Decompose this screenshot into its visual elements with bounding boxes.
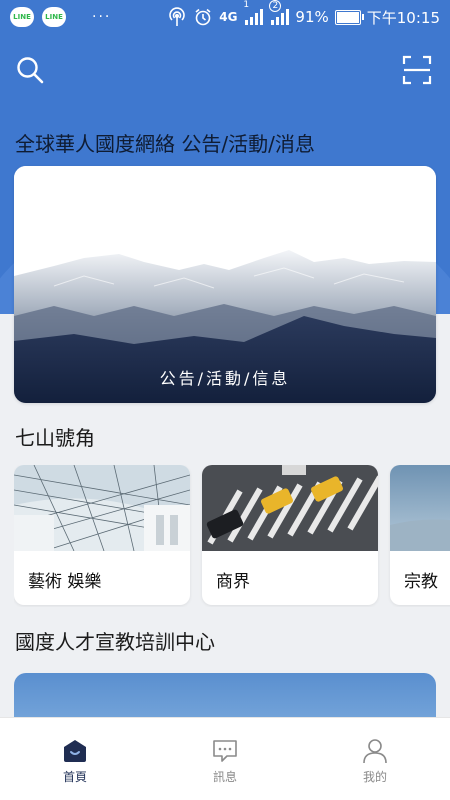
mountains-title: 七山號角: [15, 426, 95, 450]
signal-sim2-icon: 2: [269, 0, 290, 26]
announcements-title: 全球華人國度網絡 公告/活動/消息: [15, 132, 315, 156]
category-card-label: 藝術 娛樂: [28, 572, 102, 592]
banner-caption: 公告/活動/信息: [159, 369, 291, 388]
tab-label: 我的: [362, 769, 387, 784]
category-carousel[interactable]: 藝術 娛樂 商界 宗教: [14, 465, 450, 607]
status-bar: LINE LINE ··· 4G 1 2 91% 下午10:15: [0, 0, 450, 34]
arts-thumbnail: [14, 465, 190, 551]
tab-label: 首頁: [62, 769, 87, 784]
announcement-banner[interactable]: 公告/活動/信息: [14, 166, 436, 403]
religion-thumbnail: [390, 465, 450, 551]
tab-profile[interactable]: 我的: [300, 718, 450, 800]
category-card-business[interactable]: 商界: [202, 465, 378, 605]
category-card-label: 宗教: [404, 572, 438, 592]
home-icon: [64, 739, 86, 762]
clock: 下午10:15: [366, 8, 440, 27]
scan-icon: [402, 55, 432, 85]
line-app-icon: LINE: [10, 7, 34, 27]
sim1-label: 1: [243, 0, 250, 10]
tab-home[interactable]: 首頁: [0, 718, 150, 800]
user-icon: [363, 738, 387, 763]
search-button[interactable]: [13, 53, 47, 87]
training-title: 國度人才宣教培訓中心: [15, 630, 215, 654]
signal-sim1-icon: 1: [243, 0, 264, 26]
more-notifications-icon: ···: [92, 9, 112, 25]
message-icon: [213, 739, 237, 762]
business-thumbnail: [202, 465, 378, 551]
hotspot-icon: [167, 7, 187, 27]
search-icon: [17, 57, 44, 84]
alarm-icon: [193, 7, 213, 27]
tab-label: 訊息: [212, 769, 237, 784]
scan-button[interactable]: [400, 53, 434, 87]
category-card-arts[interactable]: 藝術 娛樂: [14, 465, 190, 605]
bottom-tab-bar: 首頁 訊息 我的: [0, 717, 450, 800]
line-app-icon: LINE: [42, 7, 66, 27]
battery-icon: [334, 9, 364, 25]
network-type-indicator: 4G: [219, 10, 238, 24]
battery-percent: 91%: [295, 8, 329, 26]
category-card-religion[interactable]: 宗教: [390, 465, 450, 605]
top-bar: [0, 34, 450, 106]
tab-messages[interactable]: 訊息: [150, 718, 300, 800]
category-card-label: 商界: [216, 572, 250, 592]
